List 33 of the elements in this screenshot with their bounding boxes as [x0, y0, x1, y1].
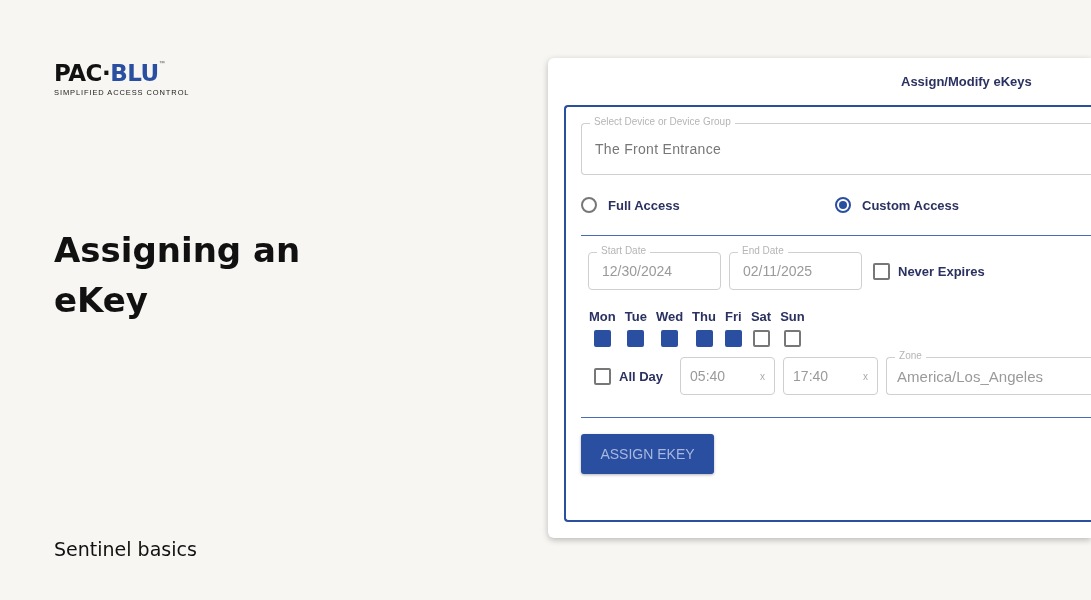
start-time-field[interactable]: 05:40 x — [680, 357, 776, 395]
day-checkbox[interactable] — [752, 330, 770, 347]
page-heading: Assigning an eKey — [54, 229, 302, 322]
footer-text: Sentinel basics — [54, 538, 197, 560]
radio-button[interactable] — [835, 197, 851, 213]
day-checkbox[interactable] — [593, 330, 611, 347]
end-time-field[interactable]: 17:40 x — [783, 357, 879, 395]
assign-ekey-button[interactable]: ASSIGN EKEY — [581, 434, 714, 474]
day-checkbox[interactable] — [661, 330, 678, 347]
field-label: Zone — [895, 350, 926, 362]
radio-button[interactable] — [581, 197, 597, 213]
logo-wordmark: PAC·BLU — [54, 60, 159, 86]
field-label: End Date — [738, 245, 788, 257]
checkbox-label: All Day — [619, 368, 664, 384]
day-checkbox[interactable] — [695, 330, 713, 347]
day-label: Thu — [692, 309, 716, 324]
checkbox[interactable] — [873, 262, 890, 280]
day-label: Tue — [624, 309, 647, 324]
field-label: Select Device or Device Group — [590, 116, 735, 128]
field-label: Start Date — [597, 245, 651, 257]
day-label: Mon — [589, 309, 616, 324]
day-checkbox[interactable] — [724, 330, 742, 347]
day-label: Fri — [725, 309, 742, 324]
day-checkbox[interactable] — [783, 330, 801, 347]
radio-label: Custom Access — [862, 197, 960, 213]
day-label: Sun — [780, 309, 805, 324]
radio-label: Full Access — [608, 197, 680, 213]
checkbox[interactable] — [594, 367, 611, 385]
day-checkbox[interactable] — [627, 330, 645, 347]
day-label: Sat — [750, 309, 772, 324]
day-label: Wed — [655, 309, 684, 324]
panel-title: Assign/Modify eKeys — [901, 74, 1032, 89]
checkbox-label: Never Expires — [898, 263, 985, 279]
